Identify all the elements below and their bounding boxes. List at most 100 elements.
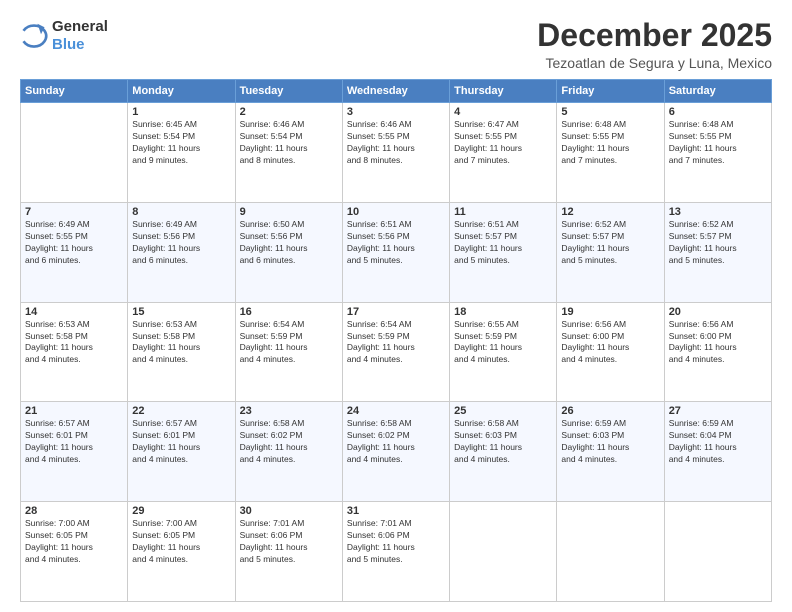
day-number: 8: [132, 206, 230, 218]
calendar-day-cell: 29Sunrise: 7:00 AM Sunset: 6:05 PM Dayli…: [128, 502, 235, 602]
calendar-week-row: 21Sunrise: 6:57 AM Sunset: 6:01 PM Dayli…: [21, 402, 772, 502]
calendar-day-cell: 2Sunrise: 6:46 AM Sunset: 5:54 PM Daylig…: [235, 103, 342, 203]
day-number: 14: [25, 306, 123, 318]
calendar-day-cell: 27Sunrise: 6:59 AM Sunset: 6:04 PM Dayli…: [664, 402, 771, 502]
calendar-day-cell: 17Sunrise: 6:54 AM Sunset: 5:59 PM Dayli…: [342, 302, 449, 402]
day-number: 20: [669, 306, 767, 318]
day-info: Sunrise: 6:57 AM Sunset: 6:01 PM Dayligh…: [132, 418, 230, 466]
day-number: 6: [669, 106, 767, 118]
day-info: Sunrise: 6:54 AM Sunset: 5:59 PM Dayligh…: [240, 319, 338, 367]
day-number: 16: [240, 306, 338, 318]
calendar-day-cell: 31Sunrise: 7:01 AM Sunset: 6:06 PM Dayli…: [342, 502, 449, 602]
title-block: December 2025 Tezoatlan de Segura y Luna…: [537, 18, 772, 71]
calendar-day-cell: [557, 502, 664, 602]
day-number: 22: [132, 405, 230, 417]
day-number: 21: [25, 405, 123, 417]
day-number: 23: [240, 405, 338, 417]
month-title: December 2025: [537, 18, 772, 53]
calendar-day-cell: 22Sunrise: 6:57 AM Sunset: 6:01 PM Dayli…: [128, 402, 235, 502]
day-number: 27: [669, 405, 767, 417]
logo: General Blue: [20, 18, 108, 54]
day-info: Sunrise: 7:00 AM Sunset: 6:05 PM Dayligh…: [25, 518, 123, 566]
calendar-day-cell: 11Sunrise: 6:51 AM Sunset: 5:57 PM Dayli…: [450, 202, 557, 302]
calendar-week-row: 14Sunrise: 6:53 AM Sunset: 5:58 PM Dayli…: [21, 302, 772, 402]
day-number: 17: [347, 306, 445, 318]
calendar-day-cell: 14Sunrise: 6:53 AM Sunset: 5:58 PM Dayli…: [21, 302, 128, 402]
day-number: 18: [454, 306, 552, 318]
day-info: Sunrise: 6:49 AM Sunset: 5:55 PM Dayligh…: [25, 219, 123, 267]
day-info: Sunrise: 6:48 AM Sunset: 5:55 PM Dayligh…: [561, 119, 659, 167]
day-number: 9: [240, 206, 338, 218]
day-number: 11: [454, 206, 552, 218]
calendar-week-row: 28Sunrise: 7:00 AM Sunset: 6:05 PM Dayli…: [21, 502, 772, 602]
calendar-week-row: 1Sunrise: 6:45 AM Sunset: 5:54 PM Daylig…: [21, 103, 772, 203]
calendar-day-cell: 7Sunrise: 6:49 AM Sunset: 5:55 PM Daylig…: [21, 202, 128, 302]
calendar-day-header: Wednesday: [342, 80, 449, 103]
page: General Blue December 2025 Tezoatlan de …: [0, 0, 792, 612]
day-info: Sunrise: 6:47 AM Sunset: 5:55 PM Dayligh…: [454, 119, 552, 167]
calendar-day-header: Monday: [128, 80, 235, 103]
day-number: 5: [561, 106, 659, 118]
day-info: Sunrise: 6:49 AM Sunset: 5:56 PM Dayligh…: [132, 219, 230, 267]
day-info: Sunrise: 6:52 AM Sunset: 5:57 PM Dayligh…: [561, 219, 659, 267]
day-number: 28: [25, 505, 123, 517]
calendar-day-cell: 3Sunrise: 6:46 AM Sunset: 5:55 PM Daylig…: [342, 103, 449, 203]
logo-icon: [20, 22, 48, 50]
calendar-day-header: Tuesday: [235, 80, 342, 103]
calendar-table: SundayMondayTuesdayWednesdayThursdayFrid…: [20, 79, 772, 602]
calendar-day-cell: 8Sunrise: 6:49 AM Sunset: 5:56 PM Daylig…: [128, 202, 235, 302]
day-info: Sunrise: 6:52 AM Sunset: 5:57 PM Dayligh…: [669, 219, 767, 267]
day-info: Sunrise: 6:53 AM Sunset: 5:58 PM Dayligh…: [25, 319, 123, 367]
day-info: Sunrise: 6:57 AM Sunset: 6:01 PM Dayligh…: [25, 418, 123, 466]
calendar-day-header: Sunday: [21, 80, 128, 103]
calendar-day-cell: [21, 103, 128, 203]
day-number: 2: [240, 106, 338, 118]
calendar-day-cell: 13Sunrise: 6:52 AM Sunset: 5:57 PM Dayli…: [664, 202, 771, 302]
day-info: Sunrise: 6:46 AM Sunset: 5:54 PM Dayligh…: [240, 119, 338, 167]
calendar-day-cell: 28Sunrise: 7:00 AM Sunset: 6:05 PM Dayli…: [21, 502, 128, 602]
day-info: Sunrise: 6:51 AM Sunset: 5:57 PM Dayligh…: [454, 219, 552, 267]
calendar-day-cell: 16Sunrise: 6:54 AM Sunset: 5:59 PM Dayli…: [235, 302, 342, 402]
calendar-day-cell: [664, 502, 771, 602]
day-info: Sunrise: 6:55 AM Sunset: 5:59 PM Dayligh…: [454, 319, 552, 367]
day-info: Sunrise: 6:59 AM Sunset: 6:04 PM Dayligh…: [669, 418, 767, 466]
day-number: 7: [25, 206, 123, 218]
day-number: 19: [561, 306, 659, 318]
day-info: Sunrise: 7:00 AM Sunset: 6:05 PM Dayligh…: [132, 518, 230, 566]
calendar-day-cell: 10Sunrise: 6:51 AM Sunset: 5:56 PM Dayli…: [342, 202, 449, 302]
day-number: 26: [561, 405, 659, 417]
calendar-day-cell: 23Sunrise: 6:58 AM Sunset: 6:02 PM Dayli…: [235, 402, 342, 502]
day-info: Sunrise: 6:45 AM Sunset: 5:54 PM Dayligh…: [132, 119, 230, 167]
calendar-day-cell: 6Sunrise: 6:48 AM Sunset: 5:55 PM Daylig…: [664, 103, 771, 203]
calendar-day-cell: 1Sunrise: 6:45 AM Sunset: 5:54 PM Daylig…: [128, 103, 235, 203]
day-info: Sunrise: 6:56 AM Sunset: 6:00 PM Dayligh…: [561, 319, 659, 367]
day-info: Sunrise: 6:53 AM Sunset: 5:58 PM Dayligh…: [132, 319, 230, 367]
logo-text: General Blue: [52, 18, 108, 54]
day-info: Sunrise: 6:59 AM Sunset: 6:03 PM Dayligh…: [561, 418, 659, 466]
day-number: 30: [240, 505, 338, 517]
day-number: 10: [347, 206, 445, 218]
day-info: Sunrise: 6:58 AM Sunset: 6:02 PM Dayligh…: [240, 418, 338, 466]
calendar-header-row: SundayMondayTuesdayWednesdayThursdayFrid…: [21, 80, 772, 103]
day-number: 3: [347, 106, 445, 118]
day-number: 25: [454, 405, 552, 417]
calendar-day-cell: 12Sunrise: 6:52 AM Sunset: 5:57 PM Dayli…: [557, 202, 664, 302]
calendar-day-cell: 4Sunrise: 6:47 AM Sunset: 5:55 PM Daylig…: [450, 103, 557, 203]
calendar-day-cell: 20Sunrise: 6:56 AM Sunset: 6:00 PM Dayli…: [664, 302, 771, 402]
calendar-day-header: Thursday: [450, 80, 557, 103]
calendar-day-cell: 21Sunrise: 6:57 AM Sunset: 6:01 PM Dayli…: [21, 402, 128, 502]
calendar-day-header: Friday: [557, 80, 664, 103]
calendar-day-cell: 5Sunrise: 6:48 AM Sunset: 5:55 PM Daylig…: [557, 103, 664, 203]
day-info: Sunrise: 6:54 AM Sunset: 5:59 PM Dayligh…: [347, 319, 445, 367]
calendar-day-cell: 25Sunrise: 6:58 AM Sunset: 6:03 PM Dayli…: [450, 402, 557, 502]
day-number: 15: [132, 306, 230, 318]
calendar-day-cell: 24Sunrise: 6:58 AM Sunset: 6:02 PM Dayli…: [342, 402, 449, 502]
day-info: Sunrise: 6:58 AM Sunset: 6:03 PM Dayligh…: [454, 418, 552, 466]
calendar-day-cell: 15Sunrise: 6:53 AM Sunset: 5:58 PM Dayli…: [128, 302, 235, 402]
day-number: 4: [454, 106, 552, 118]
day-info: Sunrise: 7:01 AM Sunset: 6:06 PM Dayligh…: [240, 518, 338, 566]
calendar-day-cell: 26Sunrise: 6:59 AM Sunset: 6:03 PM Dayli…: [557, 402, 664, 502]
day-number: 31: [347, 505, 445, 517]
day-info: Sunrise: 6:48 AM Sunset: 5:55 PM Dayligh…: [669, 119, 767, 167]
day-info: Sunrise: 6:58 AM Sunset: 6:02 PM Dayligh…: [347, 418, 445, 466]
